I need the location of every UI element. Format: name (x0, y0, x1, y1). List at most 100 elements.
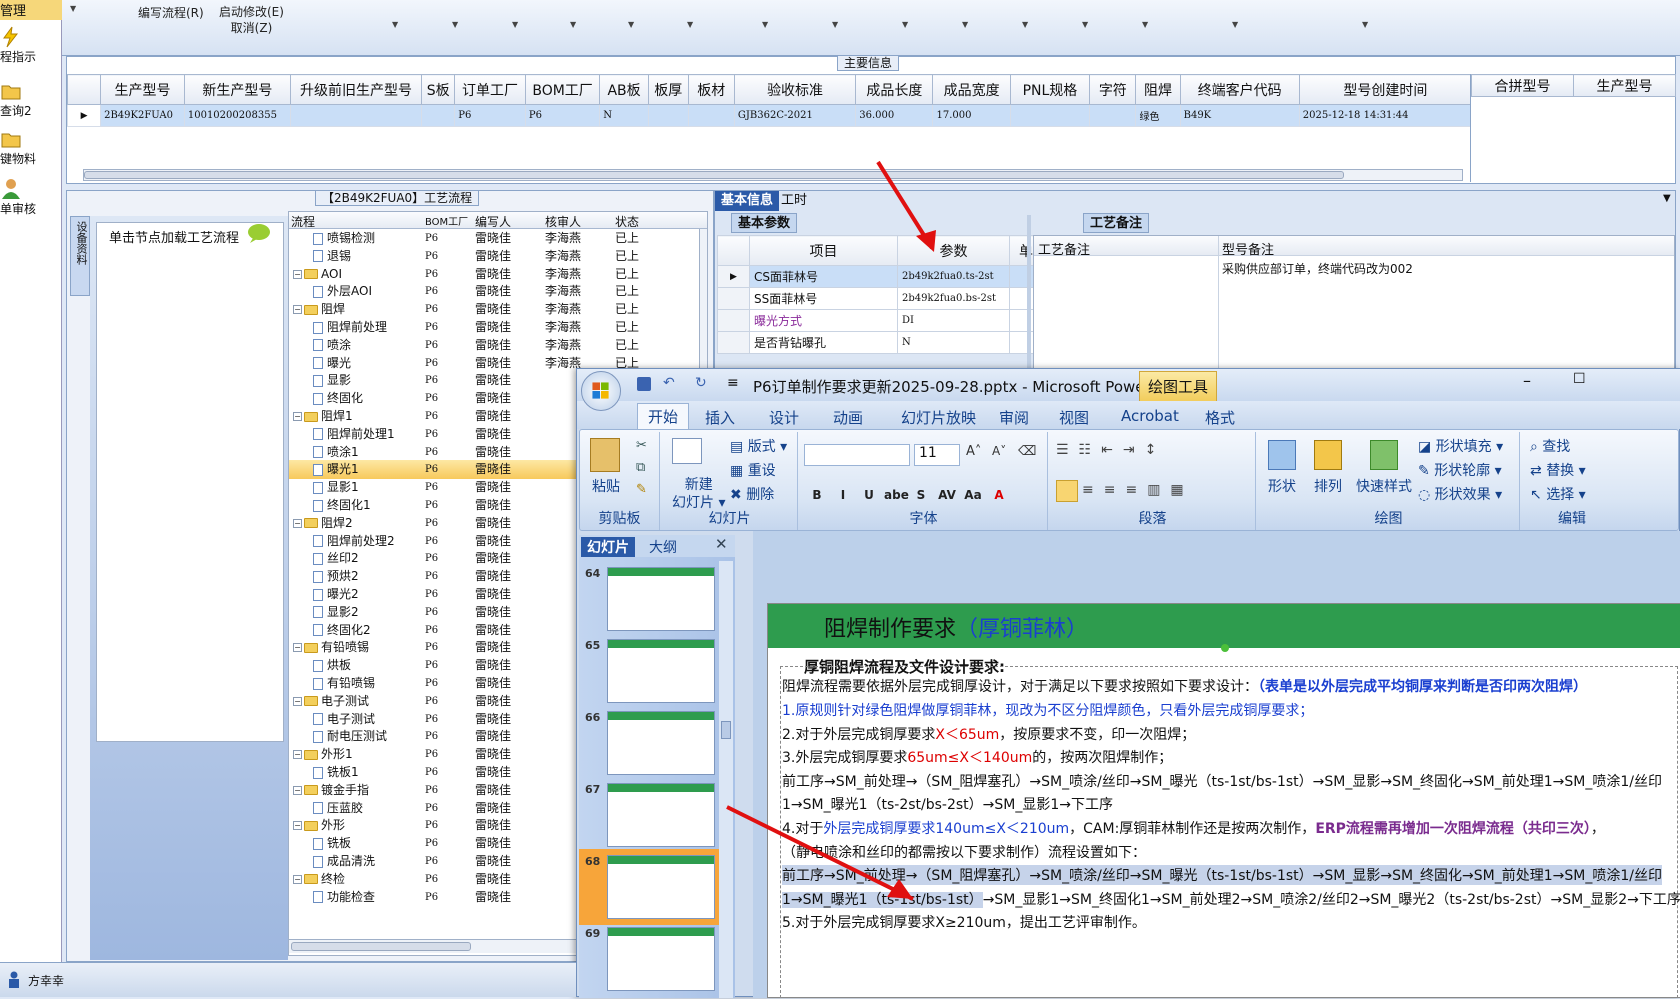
param-value[interactable]: N (897, 331, 1010, 354)
model-remark-value[interactable]: 采购供应部订单，终端代码改为002 (1222, 260, 1413, 277)
tree-node-label[interactable]: − 阻焊2 (293, 514, 353, 533)
tree-node-label[interactable]: 预烘2 (313, 567, 359, 586)
param-row[interactable]: 是否背钻曝孔 N (717, 331, 1057, 354)
tree-node-label[interactable]: 终固化1 (313, 496, 371, 515)
tab-view[interactable]: 视图 (1059, 407, 1089, 428)
column-header[interactable]: 成品宽度 (932, 74, 1011, 105)
collapse-toggle-icon[interactable]: − (293, 785, 302, 795)
tree-node-label[interactable]: 显影1 (313, 478, 359, 497)
tree-row[interactable]: 阻焊前处理 P6 雷晓佳 李海燕 已上 (289, 318, 699, 337)
maximize-icon[interactable]: ☐ (1573, 371, 1586, 387)
column-header[interactable]: 合拼型号 (1471, 74, 1574, 97)
tree-node-label[interactable]: 阻焊前处理 (313, 318, 387, 337)
column-header[interactable]: 状态 (615, 213, 639, 230)
toolbar-dropdown[interactable]: ▼ (70, 4, 76, 13)
collapse-toggle-icon[interactable]: − (293, 821, 302, 831)
toolbar-dropdown[interactable]: ▼ (687, 20, 693, 29)
column-header[interactable]: 新生产型号 (183, 74, 291, 105)
quick-access-menu-icon[interactable]: ≡ (727, 375, 739, 391)
table-cell[interactable] (1009, 104, 1091, 127)
column-header[interactable]: 流程 (291, 213, 315, 230)
table-cell[interactable]: 10010200208355 (183, 104, 291, 127)
tab-design[interactable]: 设计 (769, 407, 799, 428)
undo-icon[interactable]: ↶ (663, 375, 675, 391)
scrollbar-thumb[interactable] (84, 171, 1344, 179)
load-hint-box[interactable]: 单击节点加载工艺流程 (96, 222, 284, 742)
collapse-toggle-icon[interactable]: − (293, 874, 302, 884)
column-header[interactable]: 字符 (1089, 74, 1137, 105)
font-size-combo[interactable]: 11 (914, 444, 960, 466)
align-left-button[interactable] (1056, 480, 1078, 502)
column-header[interactable]: 板材 (687, 74, 735, 105)
param-value[interactable]: 2b49k2fua0.bs-2st (897, 287, 1010, 310)
table-cell[interactable] (687, 104, 735, 127)
left-nav-item-query[interactable]: 查询2 (0, 80, 62, 119)
layout-button[interactable]: ▤ 版式 ▾ (730, 436, 787, 456)
delete-button[interactable]: ✖ 删除 (730, 484, 774, 504)
tree-node-label[interactable]: 功能检查 (313, 888, 375, 907)
column-header[interactable]: 生产型号 (100, 74, 185, 105)
left-nav-item-material[interactable]: 键物料 (0, 128, 62, 167)
column-header[interactable]: 工艺备注 (1038, 239, 1090, 258)
cancel-label[interactable]: 取消(Z) (231, 21, 273, 35)
tree-row[interactable]: 外层AOI P6 雷晓佳 李海燕 已上 (289, 282, 699, 301)
tree-node-label[interactable]: 终固化 (313, 389, 363, 408)
param-value[interactable]: DI (897, 309, 1010, 332)
column-header[interactable]: BOM工厂 (524, 74, 601, 105)
font-style-button[interactable]: S (910, 484, 932, 506)
shape-outline-button[interactable]: ✎ 形状轮廓 ▾ (1418, 460, 1502, 480)
table-cell[interactable] (289, 104, 423, 127)
param-item[interactable]: 是否背钻曝孔 (749, 331, 898, 354)
toolbar-dropdown[interactable]: ▼ (1022, 20, 1028, 29)
collapse-toggle-icon[interactable]: − (293, 305, 302, 315)
left-nav-item-manage[interactable]: 管理 (0, 0, 62, 20)
column-header[interactable]: S板 (421, 74, 456, 105)
edit-flow-button[interactable]: 编写流程(R) (138, 4, 204, 21)
tab-acrobat[interactable]: Acrobat (1121, 407, 1179, 425)
toolbar-dropdown[interactable]: ▼ (1362, 20, 1368, 29)
table-cell[interactable]: 2B49K2FUA0 (100, 104, 185, 127)
toolbar-dropdown[interactable]: ▼ (512, 20, 518, 29)
reset-button[interactable]: ▦ 重设 (730, 460, 776, 480)
param-item[interactable]: SS面菲林号 (749, 287, 898, 310)
param-row[interactable]: SS面菲林号 2b49k2fua0.bs-2st (717, 287, 1057, 310)
grow-font-icon[interactable]: A˄ (966, 444, 981, 459)
tab-basic-info[interactable]: 基本信息 (715, 191, 780, 211)
left-nav-item-process[interactable]: 程指示 (0, 26, 62, 65)
tab-basic-params[interactable]: 基本参数 (731, 213, 798, 233)
column-header[interactable]: 板厚 (647, 74, 689, 105)
tab-insert[interactable]: 插入 (705, 407, 735, 428)
tab-home[interactable]: 开始 (637, 403, 690, 429)
tree-node-label[interactable]: 电子测试 (313, 710, 375, 729)
redo-icon[interactable]: ↻ (695, 375, 707, 391)
toolbar-dropdown[interactable]: ▼ (570, 20, 576, 29)
table-cell[interactable]: P6 (524, 104, 601, 127)
column-header[interactable]: AB板 (599, 74, 649, 105)
font-name-combo[interactable] (804, 444, 910, 466)
left-nav-item-review[interactable]: 单审核 (0, 178, 62, 217)
horizontal-scrollbar[interactable] (83, 169, 1463, 181)
column-header[interactable]: 编写人 (475, 213, 511, 230)
find-button[interactable]: ⌕ 查找 (1530, 436, 1570, 456)
param-item[interactable]: 曝光方式 (749, 309, 898, 332)
context-tab-drawing-tools[interactable]: 绘图工具 (1139, 371, 1218, 402)
toolbar-dropdown[interactable]: ▼ (1082, 20, 1088, 29)
table-cell[interactable]: GJB362C-2021 (733, 104, 857, 127)
tree-node-label[interactable]: 烘板 (313, 656, 351, 675)
font-style-button[interactable]: B (806, 484, 828, 506)
tab-slideshow[interactable]: 幻灯片放映 (901, 407, 976, 428)
save-icon[interactable] (637, 377, 651, 391)
toolbar-dropdown[interactable]: ▼ (392, 20, 398, 29)
toolbar-dropdown[interactable]: ▼ (1142, 20, 1148, 29)
tree-node-label[interactable]: 有铅喷锡 (313, 674, 375, 693)
align-buttons[interactable]: ≡≡≡▥▦ (1082, 482, 1194, 498)
column-header[interactable]: BOM工厂 (425, 213, 468, 228)
tree-node-label[interactable]: 终固化2 (313, 621, 371, 640)
table-cell[interactable]: 17.000 (932, 104, 1011, 127)
tree-node-label[interactable]: − 镀金手指 (293, 781, 369, 800)
start-modify-button[interactable]: 启动修改(E) 取消(Z) (219, 4, 284, 36)
select-button[interactable]: ↖ 选择 ▾ (1530, 484, 1586, 504)
tree-row[interactable]: − AOI P6 雷晓佳 李海燕 已上 (289, 265, 699, 284)
toolbar-dropdown[interactable]: ▼ (628, 20, 634, 29)
tree-node-label[interactable]: 喷涂 (313, 336, 351, 355)
